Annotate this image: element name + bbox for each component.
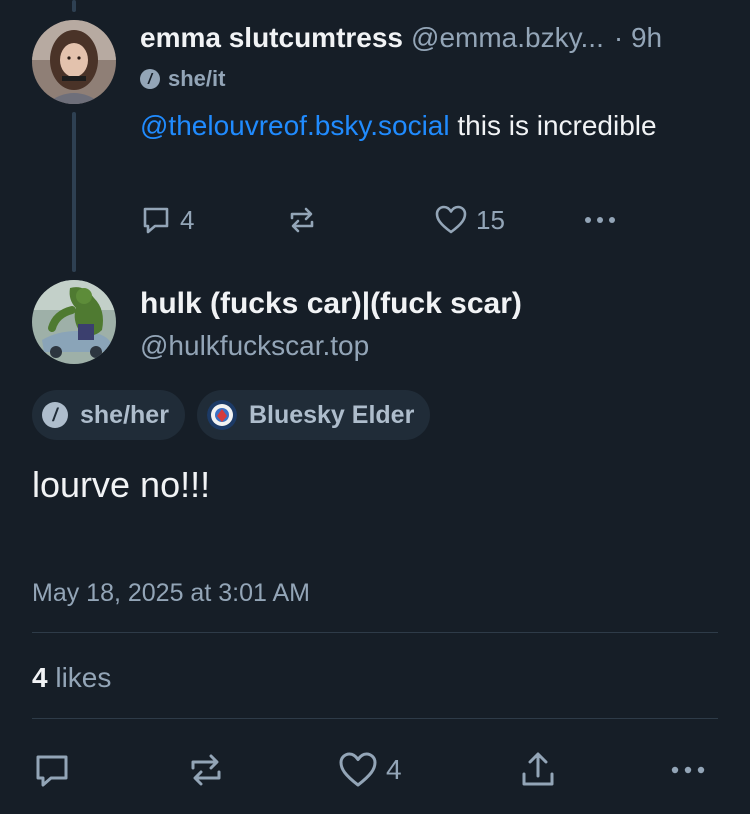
parent-like-button[interactable]: 15 [434,200,505,240]
parent-post-header: emma slutcumtress @emma.bzky... · 9h [140,20,720,56]
parent-like-count: 15 [476,204,505,235]
parent-avatar[interactable] [32,20,116,104]
parent-pronouns: / she/it [140,66,225,92]
repost-icon [191,754,221,786]
main-post-text: lourve no!!! [32,464,211,505]
likes-summary[interactable]: 4 likes [32,660,111,696]
reply-button[interactable] [32,748,72,792]
repost-button[interactable] [186,748,226,792]
pronouns-badge-label: she/her [80,400,169,429]
parent-more-button[interactable] [582,200,618,240]
parent-timestamp[interactable]: · 9h [614,20,662,56]
divider [32,718,718,719]
thread-line [72,112,76,272]
repost-icon [290,207,314,233]
share-icon [522,752,554,786]
parent-reply-button[interactable]: 4 [140,200,194,240]
parent-post-text: @thelouvreof.bsky.social this is incredi… [140,106,700,146]
main-avatar[interactable] [32,280,116,364]
likes-count: 4 [32,662,48,693]
thread-line-top [72,0,76,12]
post-date: May 18, 2025 at 3:01 AM [32,579,310,607]
elder-badge-label: Bluesky Elder [248,400,415,429]
elder-badge[interactable]: Bluesky Elder [196,390,431,440]
heart-icon [339,752,377,787]
pronoun-icon: / [140,69,160,89]
mention-link[interactable]: @thelouvreof.bsky.social [140,110,450,141]
divider [32,632,718,633]
elder-badge-icon [206,400,237,430]
more-icon [585,217,615,223]
like-count: 4 [386,754,402,785]
parent-reply-count: 4 [180,204,195,235]
main-display-name[interactable]: hulk (fucks car)|(fuck scar) [140,284,522,324]
parent-repost-button[interactable] [286,200,318,240]
more-button[interactable] [668,748,708,792]
heart-icon [435,205,467,234]
like-button[interactable]: 4 [338,748,402,792]
main-handle[interactable]: @hulkfuckscar.top [140,326,369,366]
parent-actions: 4 15 [140,200,630,240]
reply-icon [143,207,169,234]
parent-post-body: this is incredible [449,110,657,141]
pronouns-badge[interactable]: / she/her [32,390,185,440]
more-icon [671,766,705,774]
profile-badges: / she/her Bluesky Elder [32,390,431,440]
parent-handle[interactable]: @emma.bzky... [411,20,604,56]
reply-icon [36,755,68,787]
parent-pronouns-label: she/it [168,66,226,91]
parent-display-name[interactable]: emma slutcumtress [140,20,403,56]
share-button[interactable] [518,748,558,792]
pronoun-icon: / [42,402,68,428]
likes-label: likes [47,662,112,693]
main-actions: 4 [32,748,718,792]
